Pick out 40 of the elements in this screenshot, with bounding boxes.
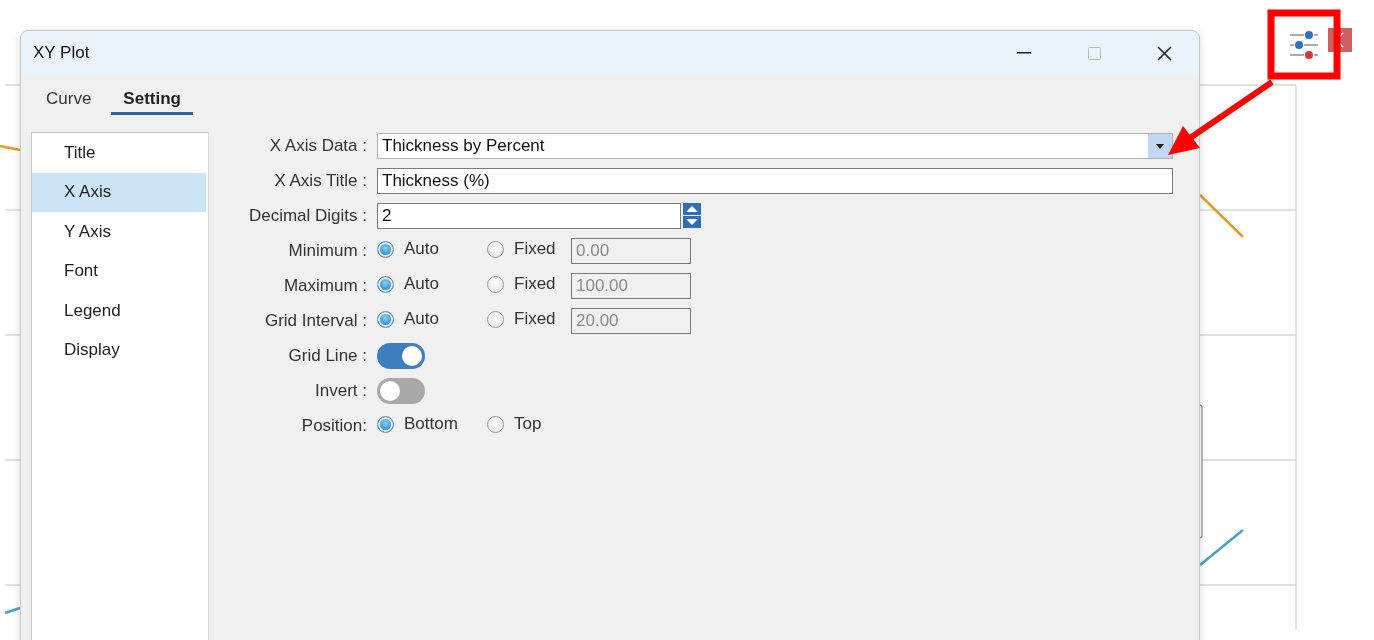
tab[interactable]: Setting [111, 85, 193, 115]
tab[interactable]: Curve [34, 85, 104, 115]
field-label: Grid Interval : [263, 311, 367, 331]
caret-icon [1156, 143, 1164, 149]
input-field[interactable]: 2 [377, 203, 681, 229]
toggle-switch[interactable] [377, 378, 425, 404]
sidebar-item[interactable]: Font [32, 251, 206, 291]
radio-label: Bottom [404, 414, 458, 435]
field-label: Grid Line : [287, 346, 367, 366]
field-label: Decimal Digits : [247, 206, 367, 226]
window-title: XY Plot [32, 43, 91, 63]
input-field[interactable]: Thickness (%) [377, 168, 1173, 194]
maximize-icon [1087, 46, 1101, 60]
field-label: Minimum : [287, 241, 367, 261]
sidebar-item[interactable]: X Axis [32, 172, 206, 212]
radio-button[interactable] [377, 415, 394, 433]
radio-label: Fixed [514, 239, 556, 260]
radio-label: Fixed [514, 309, 556, 330]
spinner-up-icon[interactable] [683, 203, 701, 215]
close-icon [1156, 45, 1172, 61]
field-label: X Axis Data : [268, 136, 367, 156]
radio-label: Auto [404, 309, 439, 330]
spinner-down-icon[interactable] [683, 216, 701, 228]
sidebar-item[interactable]: Y Axis [32, 212, 206, 252]
field-label: Invert : [314, 381, 367, 401]
field-label: Position: [300, 416, 367, 436]
toggle-switch[interactable] [377, 343, 425, 369]
sidebar-item[interactable]: Legend [32, 291, 206, 331]
radio-label: Fixed [514, 274, 556, 295]
radio-label: Auto [404, 239, 439, 260]
radio-label: Top [514, 414, 542, 435]
sidebar-item[interactable]: Title [32, 133, 206, 173]
minimize-icon [1017, 52, 1031, 54]
sidebar-item[interactable]: Display [32, 330, 206, 370]
settings-icon[interactable] [1289, 31, 1319, 59]
field-label: X Axis Title : [273, 171, 367, 191]
dropdown[interactable]: Thickness by Percent [377, 133, 1173, 159]
field-label: Maximum : [282, 276, 367, 296]
radio-button[interactable] [487, 415, 504, 433]
radio-label: Auto [404, 274, 439, 295]
